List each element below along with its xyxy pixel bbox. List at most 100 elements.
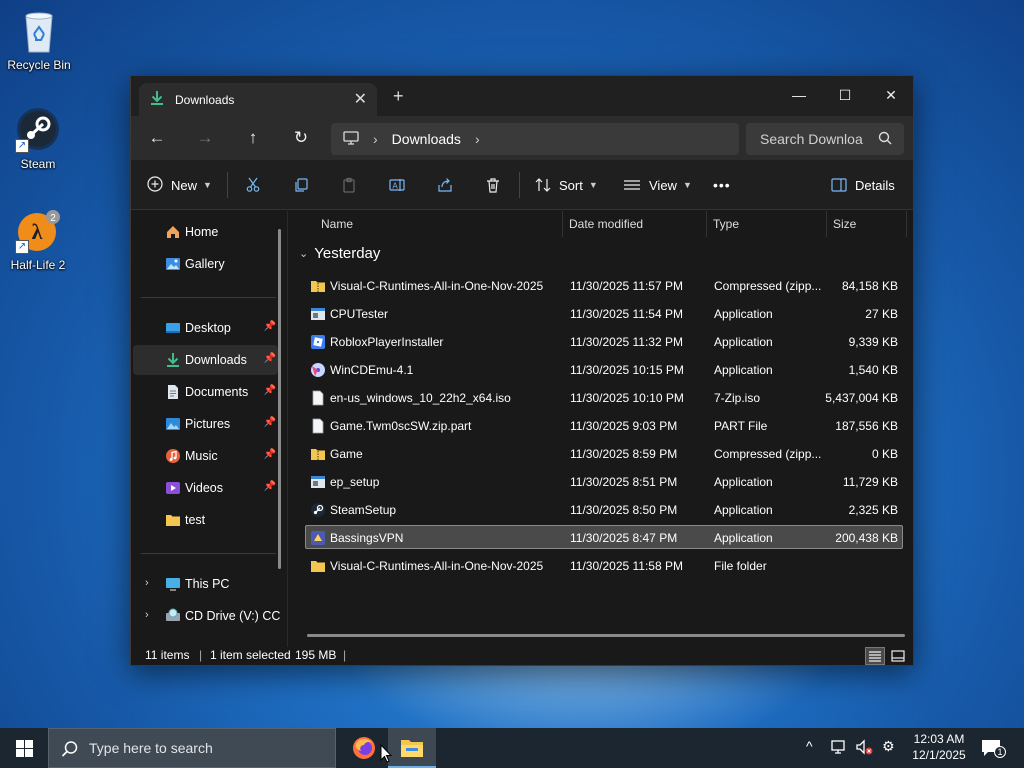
file-size: 84,158 KB <box>841 279 898 293</box>
column-divider[interactable] <box>706 211 707 237</box>
minimize-button[interactable]: — <box>776 80 822 110</box>
file-row[interactable]: Game.Twm0scSW.zip.part 11/30/2025 9:03 PM… <box>305 413 903 437</box>
sidebar-item-home[interactable]: Home <box>133 217 278 247</box>
breadcrumb-downloads[interactable]: Downloads <box>392 131 461 147</box>
windows-logo-icon <box>16 740 33 757</box>
chevron-right-icon[interactable]: › <box>145 609 149 621</box>
chevron-right-icon[interactable]: › <box>373 131 378 147</box>
file-row[interactable]: Visual-C-Runtimes-All-in-One-Nov-2025 11/… <box>305 273 903 297</box>
chevron-right-icon[interactable]: › <box>475 131 480 147</box>
action-center-button[interactable]: 1 <box>980 738 1006 758</box>
column-date-modified[interactable]: Date modified <box>569 217 643 231</box>
sidebar-item-pictures[interactable]: Pictures 📌 <box>133 409 278 439</box>
new-tab-button[interactable]: + <box>393 86 404 107</box>
file-row[interactable]: ep_setup 11/30/2025 8:51 PM Application 11,… <box>305 469 903 493</box>
command-bar: New ▼ A Sort ▼ View ▼ ••• Details <box>131 160 913 210</box>
sidebar-item-label: This PC <box>185 577 230 591</box>
videos-icon <box>166 482 180 494</box>
column-divider[interactable] <box>826 211 827 237</box>
sidebar-item-test[interactable]: test <box>133 505 278 535</box>
settings-gear-icon[interactable]: ⚙ <box>882 738 895 755</box>
wincdemu-icon <box>310 362 326 378</box>
file-row[interactable]: CPUTester 11/30/2025 11:54 PM Application 2… <box>305 301 903 325</box>
download-arrow-icon <box>149 90 165 109</box>
desktop-icon-steam[interactable]: ↗ Steam <box>0 107 76 171</box>
view-button[interactable]: View ▼ <box>623 174 692 196</box>
column-divider[interactable] <box>906 211 907 237</box>
sort-button[interactable]: Sort ▼ <box>535 174 598 196</box>
file-type: File folder <box>714 559 767 573</box>
svg-text:2: 2 <box>50 213 56 224</box>
share-button[interactable] <box>437 174 453 196</box>
column-name[interactable]: Name <box>321 217 353 231</box>
taskbar-app-file-explorer[interactable] <box>388 728 436 768</box>
file-date-modified: 11/30/2025 11:58 PM <box>570 559 683 573</box>
close-button[interactable]: ✕ <box>868 80 914 110</box>
taskbar-clock[interactable]: 12:03 AM 12/1/2025 <box>908 731 970 763</box>
file-row[interactable]: BassingsVPN 11/30/2025 8:47 PM Application… <box>305 525 903 549</box>
horizontal-scrollbar[interactable] <box>307 634 905 637</box>
sidebar-item-this-pc[interactable]: › This PC <box>133 569 278 599</box>
maximize-button[interactable]: ☐ <box>822 80 868 110</box>
column-size[interactable]: Size <box>833 217 856 231</box>
zip-folder-icon <box>310 446 326 462</box>
roblox-icon <box>310 334 326 350</box>
column-type[interactable]: Type <box>713 217 739 231</box>
sidebar-item-cd-drive[interactable]: › CD Drive (V:) CC <box>133 601 280 631</box>
delete-button[interactable] <box>485 174 501 196</box>
details-view-toggle[interactable] <box>865 647 885 665</box>
rename-button[interactable]: A <box>389 174 405 196</box>
chevron-right-icon[interactable]: › <box>145 577 149 589</box>
volume-muted-icon[interactable] <box>855 738 873 759</box>
column-divider[interactable] <box>562 211 563 237</box>
cut-button[interactable] <box>245 174 261 196</box>
file-date-modified: 11/30/2025 8:51 PM <box>570 475 678 489</box>
desktop-icon-half-life-2[interactable]: λ 2 ↗ Half-Life 2 <box>0 208 76 272</box>
file-list: Name Date modified Type Size ⌄ Yesterday… <box>289 211 913 647</box>
details-pane-button[interactable]: Details <box>831 174 895 196</box>
sidebar-item-videos[interactable]: Videos 📌 <box>133 473 278 503</box>
file-row[interactable]: Game 11/30/2025 8:59 PM Compressed (zipp..… <box>305 441 903 465</box>
copy-button[interactable] <box>293 174 309 196</box>
tab-downloads[interactable]: Downloads ✕ <box>139 83 377 116</box>
new-button[interactable]: New ▼ <box>147 174 212 196</box>
file-size: 187,556 KB <box>835 419 898 433</box>
sidebar-item-desktop[interactable]: Desktop 📌 <box>133 313 278 343</box>
desktop-icon-recycle-bin[interactable]: Recycle Bin <box>1 8 77 72</box>
item-count: 11 items <box>145 648 190 662</box>
gallery-icon <box>166 258 180 270</box>
file-row[interactable]: en-us_windows_10_22h2_x64.iso 11/30/2025 … <box>305 385 903 409</box>
file-size: 5,437,004 KB <box>825 391 898 405</box>
group-header-yesterday[interactable]: ⌄ Yesterday <box>299 245 380 262</box>
address-bar[interactable]: › Downloads › <box>331 123 739 155</box>
close-tab-icon[interactable]: ✕ <box>354 89 367 109</box>
file-row[interactable]: WinCDEmu-4.1 11/30/2025 10:15 PM Applicati… <box>305 357 903 381</box>
sidebar-item-downloads[interactable]: Downloads 📌 <box>133 345 278 375</box>
sidebar-scrollbar[interactable] <box>278 229 281 569</box>
svg-text:λ: λ <box>32 219 43 244</box>
status-divider: | <box>199 648 203 662</box>
tiles-view-toggle[interactable] <box>888 647 908 665</box>
network-icon[interactable] <box>830 738 848 759</box>
search-box[interactable]: Search Downloa <box>746 123 904 155</box>
file-row[interactable]: RobloxPlayerInstaller 11/30/2025 11:32 PM… <box>305 329 903 353</box>
file-date-modified: 11/30/2025 8:59 PM <box>570 447 678 461</box>
file-row[interactable]: SteamSetup 11/30/2025 8:50 PM Application 2… <box>305 497 903 521</box>
sidebar-item-documents[interactable]: Documents 📌 <box>133 377 278 407</box>
start-button[interactable] <box>0 728 48 768</box>
view-label: View <box>649 177 677 193</box>
refresh-button[interactable]: ↻ <box>287 126 315 150</box>
plus-circle-icon <box>147 175 163 195</box>
more-options-button[interactable]: ••• <box>713 174 731 196</box>
file-size: 2,325 KB <box>848 503 898 517</box>
half-life-2-icon: λ 2 ↗ <box>15 208 61 254</box>
paste-button[interactable] <box>341 174 357 196</box>
forward-button[interactable]: → <box>191 126 219 150</box>
back-button[interactable]: ← <box>143 126 171 150</box>
show-hidden-icons-button[interactable]: ^ <box>806 738 813 754</box>
up-button[interactable]: ↑ <box>239 126 267 150</box>
file-row[interactable]: Visual-C-Runtimes-All-in-One-Nov-2025 11/… <box>305 553 903 577</box>
sidebar-item-music[interactable]: Music 📌 <box>133 441 278 471</box>
sidebar-item-gallery[interactable]: Gallery <box>133 249 278 279</box>
taskbar-search-box[interactable]: Type here to search <box>48 728 336 768</box>
